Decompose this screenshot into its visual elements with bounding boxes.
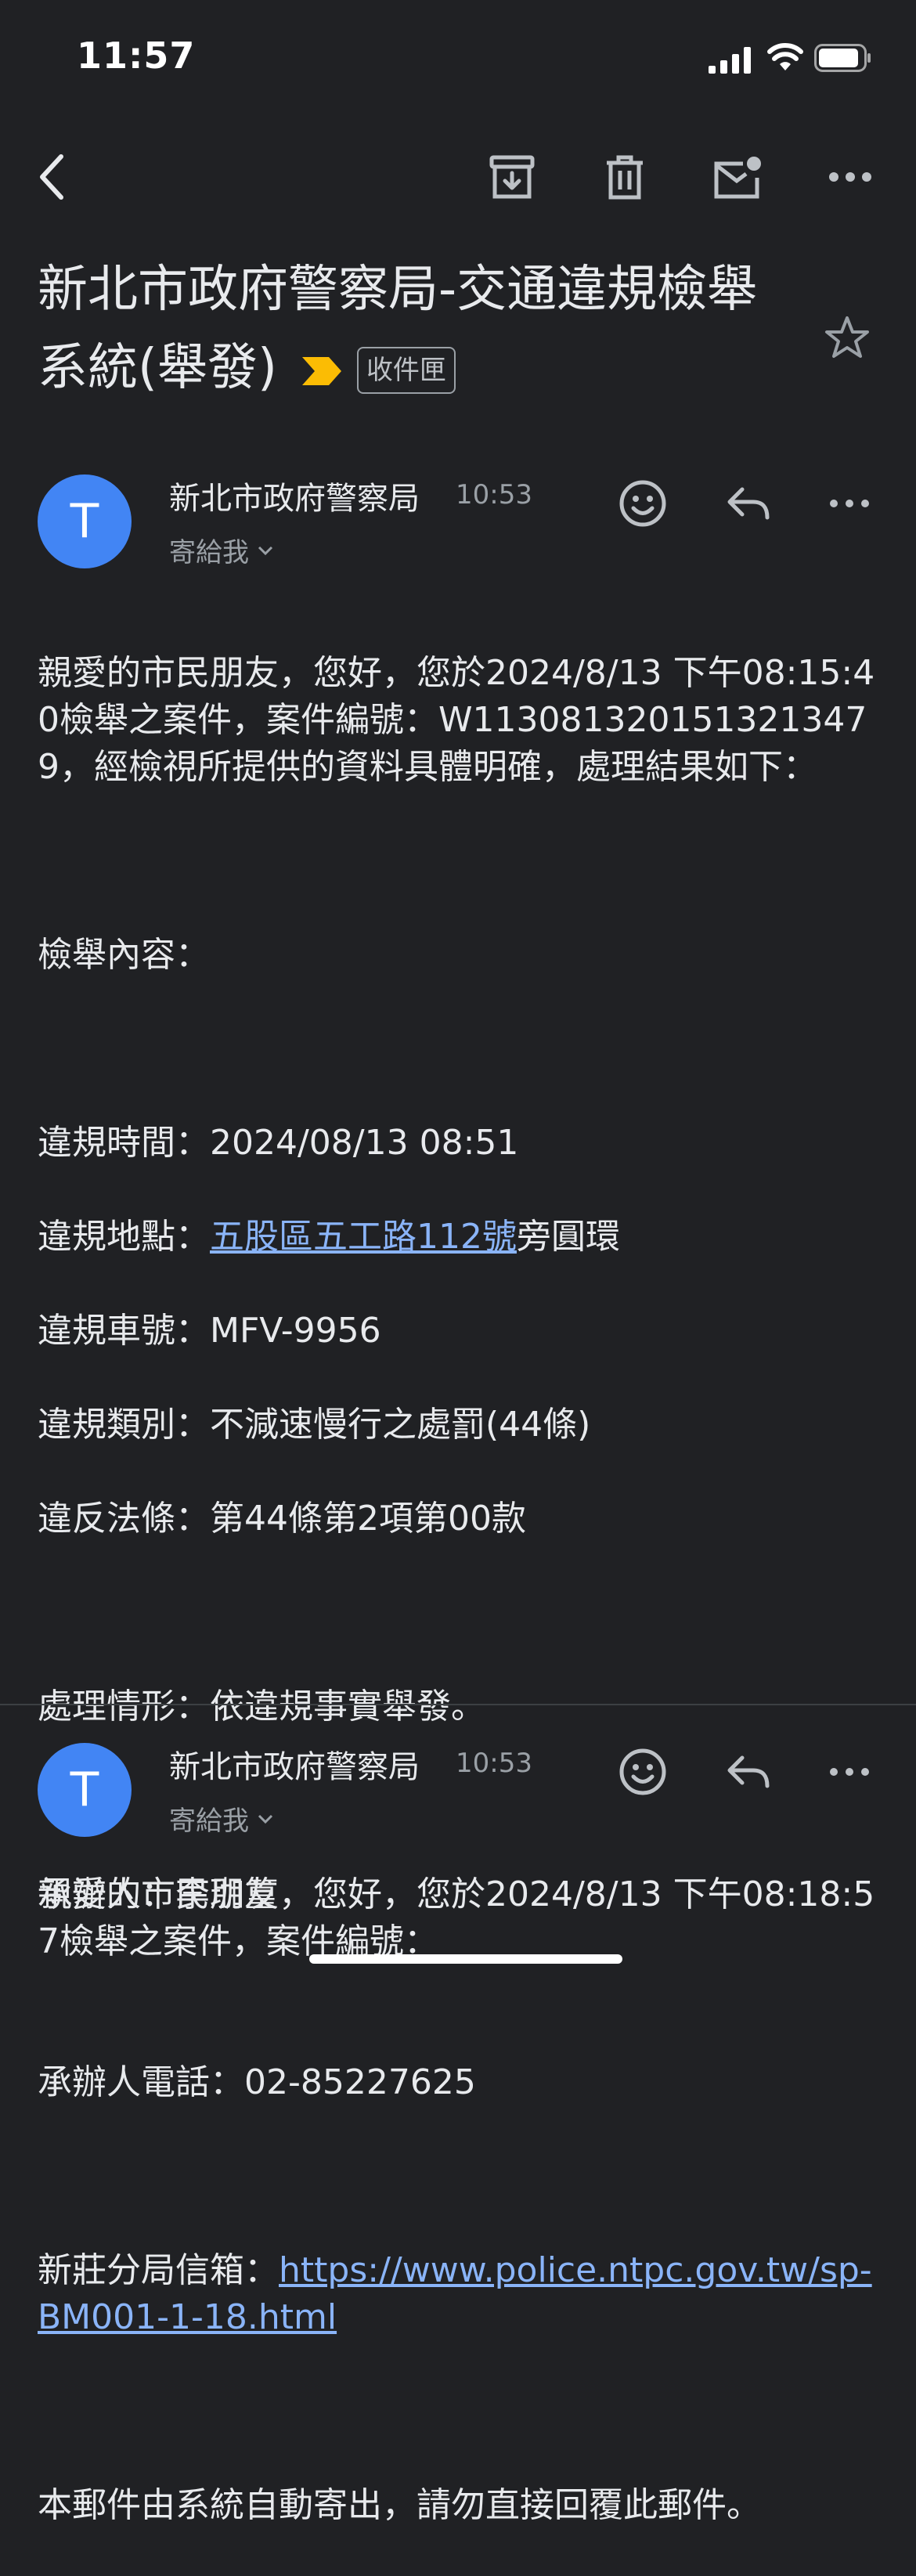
add-reaction-button[interactable] — [615, 1744, 670, 1799]
sender-name[interactable]: 新北市政府警察局 — [169, 473, 420, 518]
archive-icon — [489, 155, 535, 199]
reply-button[interactable] — [720, 476, 775, 531]
auto-send-note: 本郵件由系統自動寄出，請勿直接回覆此郵件。 — [38, 2485, 761, 2525]
home-indicator[interactable] — [309, 1954, 622, 1964]
important-marker-icon[interactable] — [301, 331, 343, 409]
mark-unread-button[interactable] — [709, 149, 766, 205]
recipient-details-toggle[interactable]: 寄給我 — [169, 1799, 274, 1838]
message-divider — [0, 1704, 916, 1705]
star-icon[interactable] — [824, 315, 871, 360]
back-arrow-icon — [40, 154, 63, 200]
sender-avatar[interactable]: T — [38, 1743, 132, 1837]
battery-icon — [814, 44, 871, 72]
recipient-details-toggle[interactable]: 寄給我 — [169, 531, 274, 569]
sender-name[interactable]: 新北市政府警察局 — [169, 1741, 420, 1787]
violated-law: 違反法條：第44條第2項第00款 — [38, 1499, 526, 1539]
sender-avatar[interactable]: T — [38, 474, 132, 568]
location-link[interactable]: 五股區五工路112號 — [210, 1217, 517, 1257]
reply-icon — [727, 1755, 770, 1788]
emoji-icon — [619, 1748, 666, 1795]
archive-button[interactable] — [484, 149, 540, 205]
more-horizontal-icon — [830, 1768, 869, 1776]
violation-plate: 違規車號：MFV-9956 — [38, 1311, 381, 1351]
recipient-label: 寄給我 — [169, 537, 249, 568]
emoji-icon — [619, 480, 666, 527]
violation-time: 違規時間：2024/08/13 08:51 — [38, 1123, 519, 1163]
trash-icon — [607, 155, 643, 200]
add-reaction-button[interactable] — [615, 476, 670, 531]
reply-button[interactable] — [720, 1744, 775, 1799]
message-more-button[interactable] — [822, 1744, 877, 1799]
delete-button[interactable] — [597, 149, 653, 205]
handling-status: 處理情形：依違規事實舉發。 — [38, 1687, 485, 1726]
chevron-down-icon — [258, 1814, 273, 1824]
branch-mailbox: 新莊分局信箱：https://www.police.ntpc.gov.tw/sp… — [38, 2247, 891, 2341]
location-suffix: 旁圓環 — [516, 1217, 620, 1257]
mailbox-prefix: 新莊分局信箱： — [38, 2250, 279, 2290]
officer-phone: 承辦人電話：02-85227625 — [38, 2062, 476, 2102]
message-time: 10:53 — [456, 1748, 532, 1779]
content-header: 檢舉內容： — [38, 935, 210, 975]
email-subject: 新北市政府警察局-交通違規檢舉系統(舉發) 收件匣 — [38, 251, 789, 409]
body-intro: 親愛的市民朋友，您好，您於2024/8/13 下午08:15:40檢舉之案件，案… — [38, 653, 875, 787]
recipient-label: 寄給我 — [169, 1806, 249, 1837]
cellular-signal-icon — [709, 47, 751, 74]
message-more-button[interactable] — [822, 476, 877, 531]
more-horizontal-icon — [829, 172, 871, 182]
violation-category: 違規類別：不減速慢行之處罰(44條) — [38, 1405, 591, 1445]
mark-unread-icon — [714, 157, 761, 199]
more-horizontal-icon — [830, 500, 869, 507]
message-body: 親愛的市民朋友，您好，您於2024/8/13 下午08:18:57檢舉之案件，案… — [38, 1874, 875, 1961]
location-prefix: 違規地點： — [38, 1217, 210, 1257]
inbox-label[interactable]: 收件匣 — [356, 347, 456, 395]
more-options-button[interactable] — [822, 149, 878, 205]
message-body: 親愛的市民朋友，您好，您於2024/8/13 下午08:15:40檢舉之案件，案… — [38, 603, 891, 2576]
violation-location: 違規地點：五股區五工路112號旁圓環 — [38, 1214, 891, 1261]
wifi-icon — [767, 43, 803, 70]
message-time: 10:53 — [456, 479, 532, 511]
back-button[interactable] — [23, 149, 80, 205]
status-time: 11:57 — [77, 34, 196, 77]
reply-icon — [727, 487, 770, 520]
chevron-down-icon — [258, 546, 273, 555]
